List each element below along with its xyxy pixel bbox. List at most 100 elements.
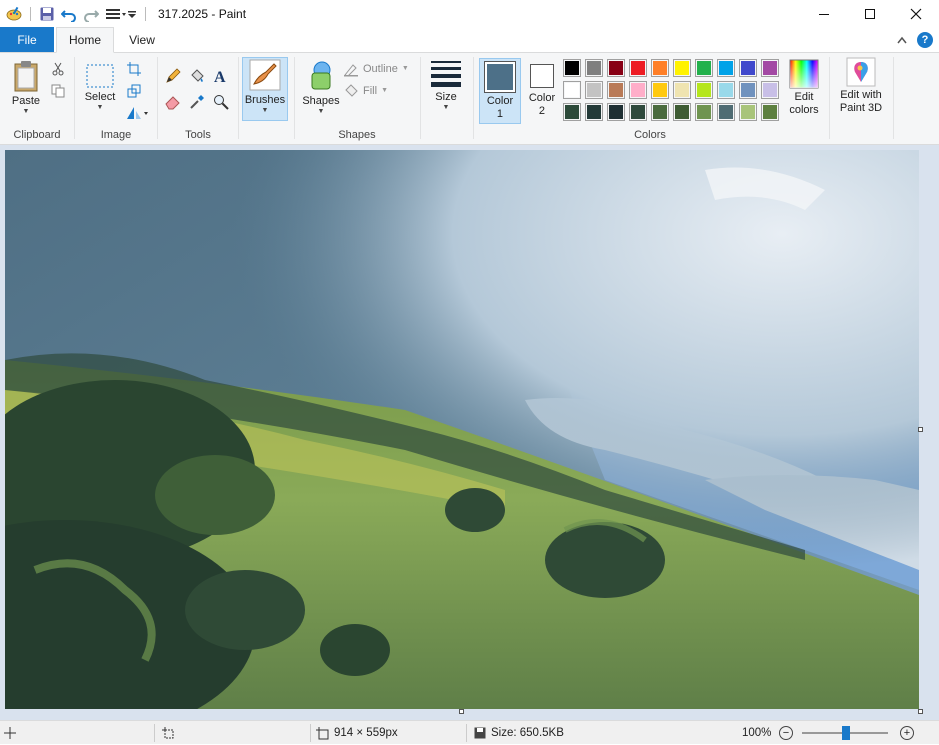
size-button[interactable]: Size ▼: [426, 59, 466, 112]
color1-button[interactable]: Color 1: [479, 58, 521, 124]
zoom-text: 100%: [742, 727, 772, 739]
palette-color-swatch[interactable]: [717, 59, 735, 77]
palette-color-swatch[interactable]: [651, 59, 669, 77]
palette-color-swatch[interactable]: [563, 81, 581, 99]
palette-color-fill: [631, 83, 645, 97]
resize-handle-right[interactable]: [918, 427, 923, 432]
edit-with-paint3d-button[interactable]: Edit with Paint 3D: [834, 57, 888, 115]
palette-color-swatch[interactable]: [585, 103, 603, 121]
customize-icon[interactable]: [105, 6, 126, 22]
eraser-icon[interactable]: [164, 93, 182, 111]
resize-icon[interactable]: [125, 82, 143, 100]
palette-color-fill: [609, 61, 623, 75]
palette-color-swatch[interactable]: [673, 103, 691, 121]
palette-color-swatch[interactable]: [585, 81, 603, 99]
palette-color-swatch[interactable]: [607, 103, 625, 121]
tab-home[interactable]: Home: [56, 27, 114, 53]
help-icon[interactable]: ?: [917, 32, 933, 48]
zoom-in-button[interactable]: +: [900, 726, 914, 740]
palette-color-swatch[interactable]: [563, 59, 581, 77]
palette-color-swatch[interactable]: [651, 103, 669, 121]
palette-color-swatch[interactable]: [563, 103, 581, 121]
shapes-button[interactable]: Shapes ▼: [299, 59, 343, 116]
resize-handle-bottom[interactable]: [459, 709, 464, 714]
tab-file[interactable]: File: [0, 27, 54, 52]
palette-color-fill: [697, 83, 711, 97]
palette-color-fill: [697, 61, 711, 75]
disk-icon: [474, 727, 486, 739]
quick-access-dropdown-icon[interactable]: [127, 6, 137, 22]
palette-color-fill: [697, 105, 711, 119]
divider: [310, 724, 311, 742]
edit-colors-button[interactable]: Edit colors: [784, 59, 824, 117]
palette-color-swatch[interactable]: [739, 81, 757, 99]
ribbon-tabs: File Home View ?: [0, 27, 939, 53]
palette-color-swatch[interactable]: [651, 81, 669, 99]
palette-color-swatch[interactable]: [695, 81, 713, 99]
palette-color-fill: [631, 105, 645, 119]
zoom-out-button[interactable]: −: [779, 726, 793, 740]
paint-app-icon[interactable]: [6, 6, 22, 22]
select-button[interactable]: Select ▼: [81, 63, 119, 112]
brushes-button[interactable]: Brushes ▼: [242, 57, 288, 121]
palette-color-fill: [631, 61, 645, 75]
text-tool-icon[interactable]: A: [212, 67, 230, 85]
fill-bucket-icon[interactable]: [188, 67, 206, 85]
palette-color-swatch[interactable]: [739, 59, 757, 77]
close-button[interactable]: [893, 0, 939, 28]
cut-icon[interactable]: [49, 60, 67, 78]
palette-color-swatch[interactable]: [629, 81, 647, 99]
chevron-down-icon: ▼: [96, 104, 104, 111]
palette-color-swatch[interactable]: [761, 59, 779, 77]
group-divider: [238, 57, 239, 139]
palette-color-swatch[interactable]: [629, 59, 647, 77]
palette-color-swatch[interactable]: [585, 59, 603, 77]
svg-text:A: A: [214, 69, 226, 84]
palette-color-swatch[interactable]: [629, 103, 647, 121]
collapse-ribbon-icon[interactable]: [897, 33, 907, 47]
resize-handle-corner[interactable]: [918, 709, 923, 714]
zoom-slider-thumb[interactable]: [842, 726, 850, 740]
color1-label: Color 1: [487, 95, 513, 121]
palette-color-swatch[interactable]: [695, 103, 713, 121]
palette-color-swatch[interactable]: [607, 81, 625, 99]
pencil-icon[interactable]: [164, 67, 182, 85]
palette-color-swatch[interactable]: [761, 81, 779, 99]
redo-icon[interactable]: [83, 6, 100, 23]
edit-colors-label: Edit colors: [789, 91, 818, 117]
paste-button[interactable]: Paste ▼: [6, 59, 46, 116]
palette-color-swatch[interactable]: [695, 59, 713, 77]
color-picker-icon[interactable]: [188, 93, 206, 111]
magnifier-icon[interactable]: [212, 93, 230, 111]
rotate-icon[interactable]: [125, 104, 151, 122]
canvas-workspace[interactable]: [0, 145, 939, 720]
crop-icon[interactable]: [125, 60, 143, 78]
drawing-canvas[interactable]: [5, 150, 919, 709]
save-icon[interactable]: [39, 6, 55, 22]
chevron-down-icon: ▼: [442, 104, 450, 111]
palette-color-swatch[interactable]: [761, 103, 779, 121]
color2-button[interactable]: Color 2: [524, 64, 560, 118]
undo-icon[interactable]: [60, 6, 77, 23]
group-divider: [829, 57, 830, 139]
outline-label: Outline: [363, 63, 398, 75]
palette-color-swatch[interactable]: [607, 59, 625, 77]
palette-color-swatch[interactable]: [673, 59, 691, 77]
tab-view[interactable]: View: [114, 27, 170, 52]
image-dimensions: 914 × 559px: [316, 721, 398, 745]
palette-color-swatch[interactable]: [717, 81, 735, 99]
palette-color-swatch[interactable]: [673, 81, 691, 99]
palette-color-swatch[interactable]: [717, 103, 735, 121]
copy-icon[interactable]: [49, 82, 67, 100]
palette-color-fill: [587, 83, 601, 97]
fill-button[interactable]: Fill ▼: [343, 83, 388, 99]
maximize-button[interactable]: [847, 0, 893, 28]
fill-icon: [345, 84, 358, 97]
canvas-size-icon: [316, 726, 329, 739]
paint3d-line1: Edit with: [840, 89, 882, 101]
palette-color-fill: [719, 83, 733, 97]
palette-color-fill: [675, 61, 689, 75]
minimize-button[interactable]: [801, 0, 847, 28]
palette-color-swatch[interactable]: [739, 103, 757, 121]
outline-button[interactable]: Outline ▼: [343, 61, 409, 77]
